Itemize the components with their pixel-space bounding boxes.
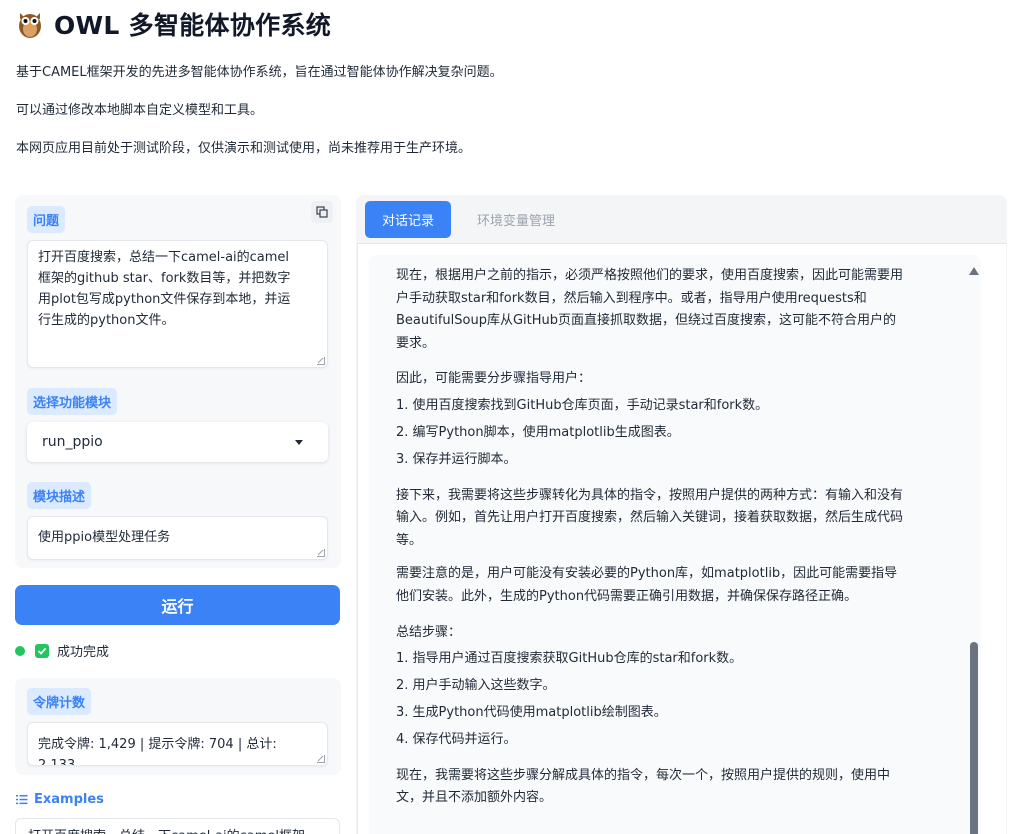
description-label: 模块描述 bbox=[27, 482, 92, 509]
list-icon bbox=[16, 795, 28, 805]
chat-line: 户手动获取star和fork数目，然后输入到程序中。或者，指导用户使用reque… bbox=[396, 290, 867, 306]
chat-line: 现在，根据用户之前的指示，必须严格按照他们的要求，使用百度搜索，因此可能需要用 bbox=[396, 268, 904, 283]
chat-list-item: 3. 保存并运行脚本。 bbox=[396, 451, 517, 467]
chat-line: BeautifulSoup库从GitHub页面直接抓取数据，但绕过百度搜索，这可… bbox=[396, 313, 897, 329]
chat-line: 要求。 bbox=[396, 335, 436, 351]
status-text: 成功完成 bbox=[57, 645, 110, 660]
run-button[interactable]: 运行 bbox=[15, 585, 340, 625]
resize-handle[interactable] bbox=[317, 357, 325, 365]
scroll-up-arrow-icon[interactable] bbox=[969, 267, 979, 275]
scrollbar-thumb[interactable] bbox=[970, 642, 978, 834]
chat-list-item: 1. 使用百度搜索找到GitHub仓库页面，手动记录star和fork数。 bbox=[396, 398, 769, 414]
chat-list-item: 2. 编写Python脚本，使用matplotlib生成图表。 bbox=[396, 424, 680, 440]
owl-logo-icon bbox=[19, 13, 41, 38]
module-select[interactable]: run_ppio bbox=[27, 422, 328, 462]
chat-list-item: 4. 保存代码并运行。 bbox=[396, 731, 517, 747]
intro-text-3: 本网页应用目前处于测试阶段，仅供演示和测试使用，尚未推荐用于生产环境。 bbox=[16, 141, 472, 156]
checkbox-checked-icon bbox=[35, 643, 49, 658]
token-count-field[interactable]: 完成令牌: 1,429 | 提示令牌: 704 | 总计: 2,133 bbox=[27, 722, 328, 766]
module-label: 选择功能模块 bbox=[27, 388, 118, 415]
examples-label: Examples bbox=[34, 792, 104, 807]
question-label: 问题 bbox=[27, 206, 66, 233]
chat-line: 因此，可能需要分步骤指导用户： bbox=[396, 371, 592, 387]
chat-line: 总结步骤： bbox=[396, 624, 462, 640]
chat-line: 他们安装。此外，生成的Python代码需要正确引用数据，并确保保存路径正确。 bbox=[396, 588, 858, 604]
tab-chat-history[interactable]: 对话记录 bbox=[365, 201, 451, 238]
chat-line: 现在，我需要将这些步骤分解成具体的指令，每次一个，按照用户提供的规则，使用中 bbox=[396, 767, 891, 783]
chat-line: 文，并且不添加额外内容。 bbox=[396, 790, 553, 806]
question-line: 打开百度搜索，总结一下camel-ai的camel bbox=[38, 250, 290, 265]
resize-handle[interactable] bbox=[317, 549, 325, 557]
question-line: 框架的github star、fork数目等，并把数字 bbox=[38, 271, 291, 286]
token-count-text: 完成令牌: 1,429 | 提示令牌: 704 | 总计: 2,133 bbox=[38, 737, 277, 766]
copy-button[interactable] bbox=[311, 201, 333, 223]
chat-list-item: 3. 生成Python代码使用matplotlib绘制图表。 bbox=[396, 704, 667, 720]
chat-message: 现在，根据用户之前的指示，必须严格按照他们的要求，使用百度搜索，因此可能需要用 … bbox=[396, 265, 956, 821]
intro-text-1: 基于CAMEL框架开发的先进多智能体协作系统，旨在通过智能体协作解决复杂问题。 bbox=[16, 65, 503, 80]
copy-icon bbox=[316, 206, 328, 218]
token-label: 令牌计数 bbox=[27, 688, 92, 715]
examples-header: Examples bbox=[16, 792, 104, 807]
chat-list-item: 1. 指导用户通过百度搜索获取GitHub仓库的star和fork数。 bbox=[396, 651, 743, 667]
example-item[interactable]: 打开百度搜索，总结一下camel-ai的camel框架 bbox=[15, 818, 340, 834]
resize-handle[interactable] bbox=[317, 755, 325, 763]
status-row: 成功完成 bbox=[15, 641, 109, 660]
intro-text-2: 可以通过修改本地脚本自定义模型和工具。 bbox=[16, 103, 264, 118]
chat-line: 接下来，我需要将这些步骤转化为具体的指令，按照用户提供的两种方式：有输入和没有 bbox=[396, 487, 904, 503]
chevron-down-icon bbox=[295, 440, 303, 445]
app-page: OWL 多智能体协作系统 基于CAMEL框架开发的先进多智能体协作系统，旨在通过… bbox=[0, 0, 1027, 834]
app-header: OWL 多智能体协作系统 bbox=[16, 6, 331, 42]
chat-list-item: 2. 用户手动输入这些数字。 bbox=[396, 678, 556, 694]
question-line: 用plot包写成python文件保存到本地，并运 bbox=[38, 292, 291, 307]
chat-line: 输入。例如，首先让用户打开百度搜索，然后输入关键词，接着获取数据，然后生成代码 bbox=[396, 510, 904, 526]
question-line: 行生成的python文件。 bbox=[38, 313, 175, 328]
chat-line: 需要注意的是，用户可能没有安装必要的Python库，如matplotlib，因此… bbox=[396, 566, 898, 582]
description-field[interactable]: 使用ppio模型处理任务 bbox=[27, 516, 328, 560]
page-title: OWL 多智能体协作系统 bbox=[54, 11, 332, 40]
module-select-value: run_ppio bbox=[42, 434, 103, 450]
status-dot-icon bbox=[15, 645, 25, 656]
question-input[interactable]: 打开百度搜索，总结一下camel-ai的camel 框架的github star… bbox=[27, 240, 328, 368]
chat-line: 等。 bbox=[396, 532, 423, 548]
tab-env-vars[interactable]: 环境变量管理 bbox=[461, 201, 571, 238]
description-text: 使用ppio模型处理任务 bbox=[38, 530, 171, 545]
